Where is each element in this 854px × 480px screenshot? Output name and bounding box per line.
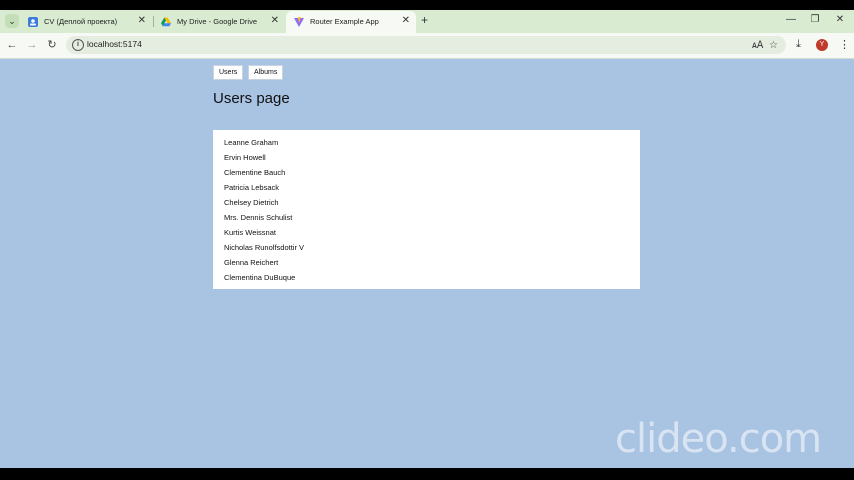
- list-item: Clementine Bauch: [224, 168, 286, 177]
- list-item: Patricia Lebsack: [224, 183, 280, 192]
- nav-link-albums[interactable]: Albums: [248, 65, 284, 80]
- list-item: Chelsey Dietrich: [224, 198, 279, 207]
- list-item: Nicholas Runolfsdottir V: [224, 243, 305, 252]
- bookmark-star-icon[interactable]: ☆: [769, 40, 778, 51]
- tab-router-example-app[interactable]: Router Example App ✕: [286, 11, 416, 33]
- list-item: Ervin Howell: [224, 153, 266, 162]
- nav-link-users[interactable]: Users: [213, 65, 244, 80]
- url-text: localhost:5174: [87, 39, 142, 49]
- close-tab-icon[interactable]: ✕: [402, 15, 410, 26]
- site-info-icon[interactable]: i: [72, 39, 84, 51]
- vite-favicon-icon: [294, 17, 304, 27]
- google-drive-favicon-icon: [161, 17, 171, 27]
- close-tab-icon[interactable]: ✕: [271, 15, 279, 26]
- minimize-icon[interactable]: —: [784, 14, 798, 25]
- tab-title: CV (Деплой проекта): [44, 17, 118, 26]
- forward-arrow-icon[interactable]: →: [25, 38, 39, 52]
- tab-search-chevron-icon[interactable]: ⌄: [5, 14, 19, 28]
- list-item: Mrs. Dennis Schulist: [224, 213, 293, 222]
- tab-google-drive[interactable]: My Drive - Google Drive ✕: [153, 11, 285, 33]
- restore-icon[interactable]: ❐: [808, 14, 822, 25]
- list-item: Kurtis Weissnat: [224, 228, 276, 237]
- browser-window: ⌄ CV (Деплой проекта) ✕ My Drive - Googl…: [0, 10, 854, 468]
- menu-kebab-icon[interactable]: ⋮: [839, 38, 850, 51]
- page-content: Users Albums Users page Leanne Graham Er…: [0, 59, 854, 468]
- user-list: Leanne Graham Ervin Howell Clementine Ba…: [213, 130, 640, 289]
- watermark: clideo.com: [615, 416, 822, 462]
- translate-icon[interactable]: 🗚: [752, 40, 763, 51]
- list-item: Clementina DuBuque: [224, 273, 296, 282]
- download-icon[interactable]: ⤓: [796, 38, 801, 51]
- address-bar[interactable]: i localhost:5174 🗚 ☆: [66, 36, 786, 54]
- back-arrow-icon[interactable]: ←: [5, 38, 19, 52]
- tab-title: My Drive - Google Drive: [177, 17, 258, 26]
- close-tab-icon[interactable]: ✕: [138, 15, 146, 26]
- docs-favicon-icon: [28, 17, 38, 27]
- list-item: Leanne Graham: [224, 138, 279, 147]
- reload-icon[interactable]: ↻: [45, 38, 59, 52]
- avatar[interactable]: Y: [816, 39, 828, 51]
- tab-title: Router Example App: [310, 17, 379, 26]
- new-tab-plus-icon[interactable]: +: [421, 13, 428, 27]
- tab-cv[interactable]: CV (Деплой проекта) ✕: [20, 11, 152, 33]
- page-title: Users page: [213, 90, 290, 107]
- list-item: Glenna Reichert: [224, 258, 279, 267]
- tab-strip: ⌄ CV (Деплой проекта) ✕ My Drive - Googl…: [0, 10, 854, 33]
- browser-toolbar: ← → ↻ i localhost:5174 🗚 ☆ ⤓ Y ⋮: [0, 33, 854, 59]
- close-window-icon[interactable]: ✕: [833, 14, 847, 25]
